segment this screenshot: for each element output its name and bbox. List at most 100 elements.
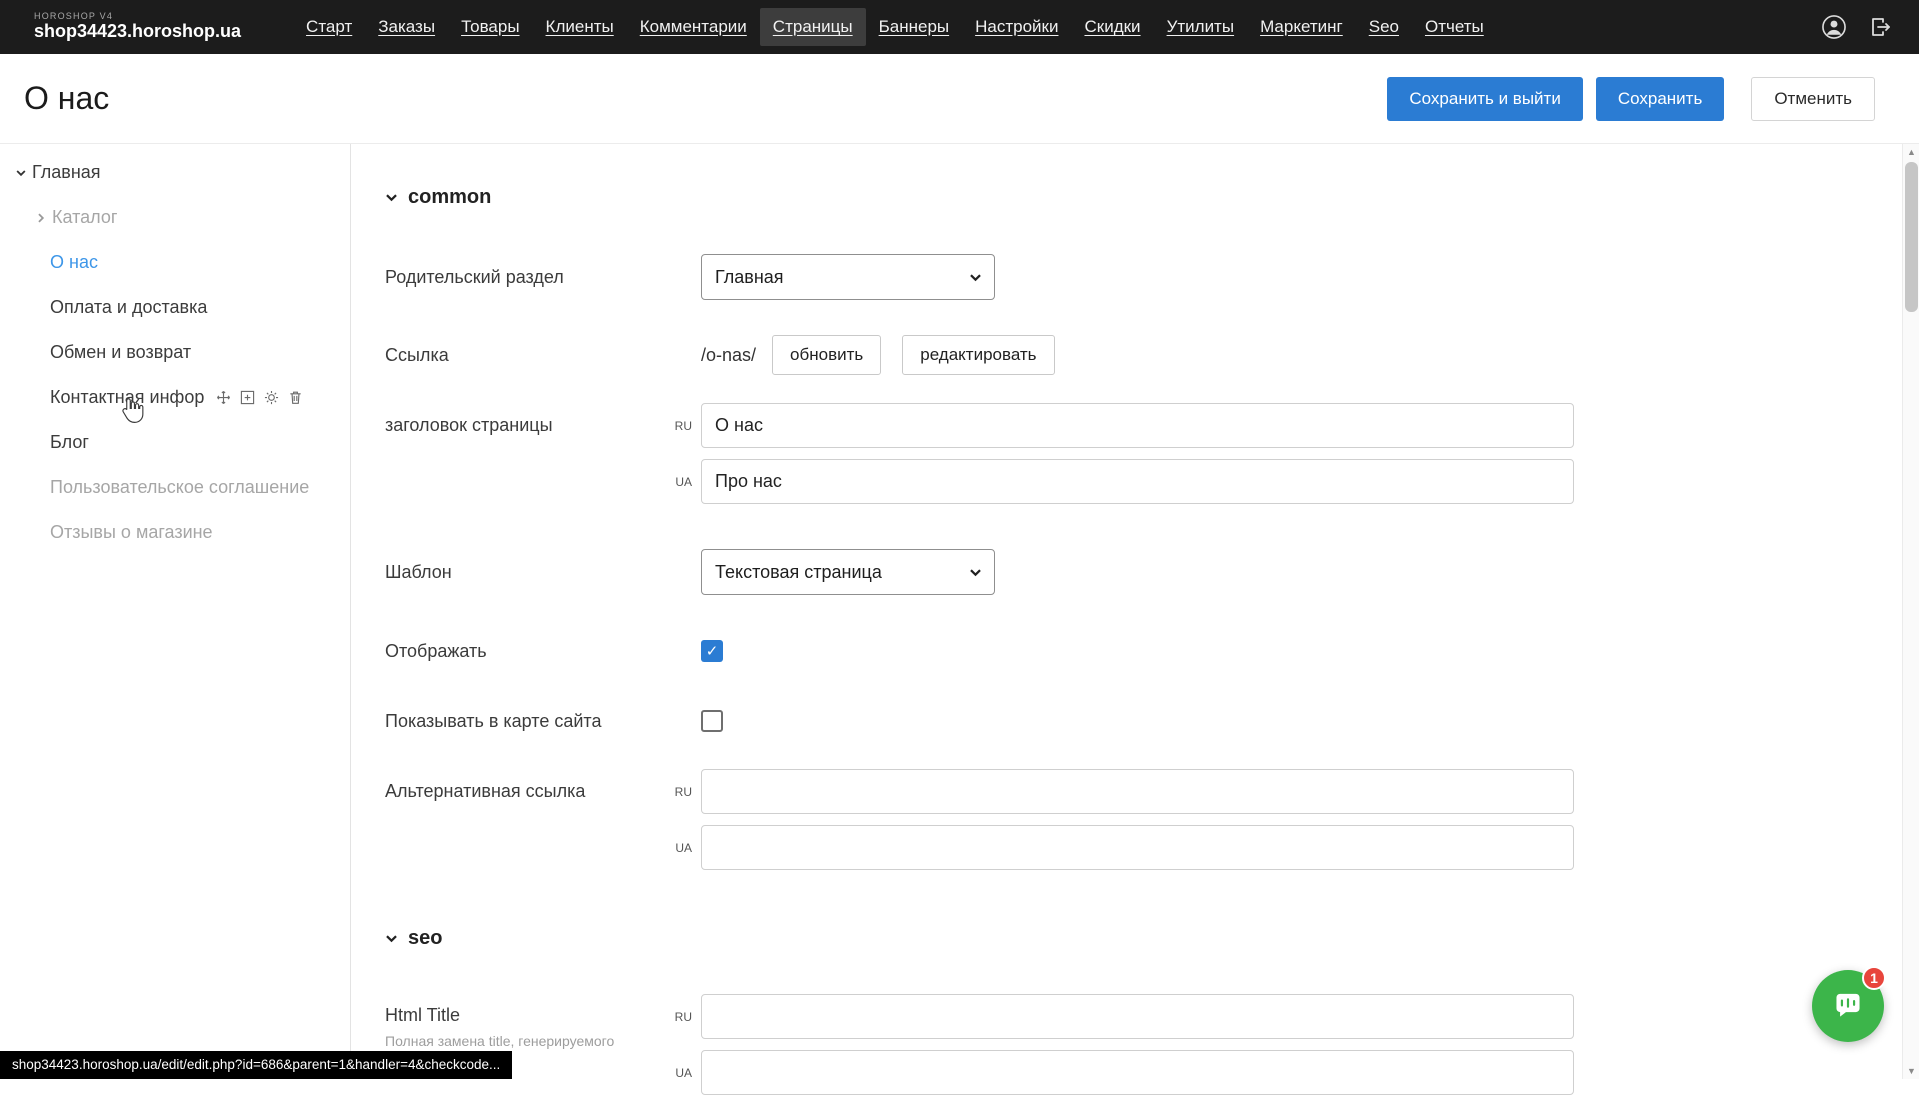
menu-reports[interactable]: Отчеты (1412, 8, 1497, 46)
menu-banners[interactable]: Баннеры (866, 8, 963, 46)
html-title-row: Html Title Полная замена title, генериру… (385, 994, 1902, 1095)
ru-tag: RU (666, 419, 701, 433)
check-icon: ✓ (706, 642, 719, 660)
alt-link-label: Альтернативная ссылка (385, 769, 666, 814)
brand[interactable]: HOROSHOP V4 shop34423.horoshop.ua (34, 12, 241, 42)
html-title-label: Html Title (385, 1005, 460, 1025)
page-title: О нас (24, 80, 109, 117)
sidebar-item-glavnaya[interactable]: Главная (0, 150, 350, 195)
parent-section-label: Родительский раздел (385, 267, 666, 288)
ua-tag: UA (666, 841, 701, 855)
link-row: Ссылка /o-nas/ обновить редактировать (385, 335, 1902, 375)
ru-tag: RU (666, 785, 701, 799)
ua-tag: UA (666, 475, 701, 489)
section-seo-title: seo (408, 927, 442, 950)
ua-tag: UA (666, 1066, 701, 1080)
save-button[interactable]: Сохранить (1596, 77, 1724, 121)
pages-tree-sidebar: Главная Каталог О нас Оплата и доставка … (0, 144, 351, 1079)
template-select[interactable]: Текстовая страница (701, 549, 995, 595)
ru-tag: RU (666, 1010, 701, 1024)
link-edit-button[interactable]: редактировать (902, 335, 1054, 375)
parent-section-row: Родительский раздел Главная (385, 254, 1902, 300)
vertical-scrollbar[interactable]: ▲ ▼ (1902, 144, 1919, 1079)
chat-widget-button[interactable]: 1 (1812, 970, 1884, 1042)
template-value: Текстовая страница (715, 562, 882, 583)
page-title-input-ru[interactable] (701, 403, 1574, 448)
section-seo-toggle[interactable]: seo (385, 925, 1902, 951)
sitemap-checkbox[interactable] (701, 710, 723, 732)
chat-unread-badge: 1 (1862, 966, 1886, 990)
move-icon[interactable] (216, 390, 231, 405)
sidebar-item-label: О нас (50, 252, 98, 273)
template-label: Шаблон (385, 562, 666, 583)
sidebar-item-kontaktnaya-infor[interactable]: Контактная инфор (0, 375, 350, 420)
scroll-down-icon[interactable]: ▼ (1903, 1063, 1919, 1079)
page-title-label: заголовок страницы (385, 403, 666, 448)
html-title-hint: Полная замена title, генерируемого (385, 1033, 666, 1049)
html-title-input-ua[interactable] (701, 1050, 1574, 1095)
sidebar-item-oplata-i-dostavka[interactable]: Оплата и доставка (0, 285, 350, 330)
sidebar-item-label: Каталог (52, 207, 117, 228)
menu-orders[interactable]: Заказы (365, 8, 448, 46)
sidebar-item-label: Обмен и возврат (50, 342, 191, 363)
main-menu: Старт Заказы Товары Клиенты Комментарии … (293, 0, 1497, 54)
sidebar-item-obmen-i-vozvrat[interactable]: Обмен и возврат (0, 330, 350, 375)
alt-link-input-ru[interactable] (701, 769, 1574, 814)
menu-marketing[interactable]: Маркетинг (1247, 8, 1356, 46)
add-page-icon[interactable] (240, 390, 255, 405)
cancel-button[interactable]: Отменить (1751, 77, 1875, 121)
topbar-actions (1821, 14, 1893, 40)
sidebar-item-label: Отзывы о магазине (50, 522, 213, 543)
sitemap-label: Показывать в карте сайта (385, 709, 666, 733)
scrollbar-thumb[interactable] (1905, 162, 1918, 312)
link-value: /o-nas/ (701, 345, 756, 366)
logout-icon[interactable] (1869, 15, 1893, 39)
menu-pages[interactable]: Страницы (760, 8, 866, 46)
link-label: Ссылка (385, 345, 666, 366)
template-row: Шаблон Текстовая страница (385, 549, 1902, 595)
sidebar-item-label: Блог (50, 432, 89, 453)
delete-trash-icon[interactable] (288, 390, 303, 405)
html-title-label-block: Html Title Полная замена title, генериру… (385, 994, 666, 1049)
sidebar-item-label: Пользовательское соглашение (50, 477, 309, 498)
display-checkbox[interactable]: ✓ (701, 640, 723, 662)
brand-domain: shop34423.horoshop.ua (34, 22, 241, 42)
parent-section-value: Главная (715, 267, 784, 288)
settings-gear-icon[interactable] (264, 390, 279, 405)
sidebar-item-blog[interactable]: Блог (0, 420, 350, 465)
menu-start[interactable]: Старт (293, 8, 365, 46)
menu-utilities[interactable]: Утилиты (1154, 8, 1248, 46)
section-common-title: common (408, 186, 491, 209)
sidebar-item-o-nas[interactable]: О нас (0, 240, 350, 285)
html-title-input-ru[interactable] (701, 994, 1574, 1039)
menu-discounts[interactable]: Скидки (1071, 8, 1153, 46)
parent-section-select[interactable]: Главная (701, 254, 995, 300)
sidebar-item-polzovatelskoe-soglashenie[interactable]: Пользовательское соглашение (0, 465, 350, 510)
alt-link-row: Альтернативная ссылка RU UA (385, 769, 1902, 870)
sidebar-item-katalog[interactable]: Каталог (0, 195, 350, 240)
link-preview-statusbar: shop34423.horoshop.ua/edit/edit.php?id=6… (0, 1051, 512, 1079)
chevron-right-icon (30, 212, 52, 224)
menu-settings[interactable]: Настройки (962, 8, 1071, 46)
sidebar-item-label: Контактная инфор (50, 387, 204, 408)
sidebar-item-otzyvy-o-magazine[interactable]: Отзывы о магазине (0, 510, 350, 555)
display-row: Отображать ✓ (385, 639, 1902, 663)
menu-clients[interactable]: Клиенты (533, 8, 627, 46)
page-title-row: заголовок страницы RU UA (385, 403, 1902, 504)
header-actions: Сохранить и выйти Сохранить Отменить (1387, 77, 1875, 121)
tree-item-tools (216, 390, 303, 405)
menu-comments[interactable]: Комментарии (627, 8, 760, 46)
page-header: О нас Сохранить и выйти Сохранить Отмени… (0, 54, 1919, 144)
section-common-toggle[interactable]: common (385, 184, 1902, 210)
sidebar-item-label: Оплата и доставка (50, 297, 207, 318)
link-refresh-button[interactable]: обновить (772, 335, 881, 375)
topbar: HOROSHOP V4 shop34423.horoshop.ua Старт … (0, 0, 1919, 54)
page-edit-form: common Родительский раздел Главная Ссылк… (351, 144, 1902, 1079)
user-account-icon[interactable] (1821, 14, 1847, 40)
scroll-up-icon[interactable]: ▲ (1903, 144, 1919, 160)
menu-seo[interactable]: Seo (1356, 8, 1412, 46)
menu-products[interactable]: Товары (448, 8, 532, 46)
page-title-input-ua[interactable] (701, 459, 1574, 504)
save-and-exit-button[interactable]: Сохранить и выйти (1387, 77, 1582, 121)
alt-link-input-ua[interactable] (701, 825, 1574, 870)
